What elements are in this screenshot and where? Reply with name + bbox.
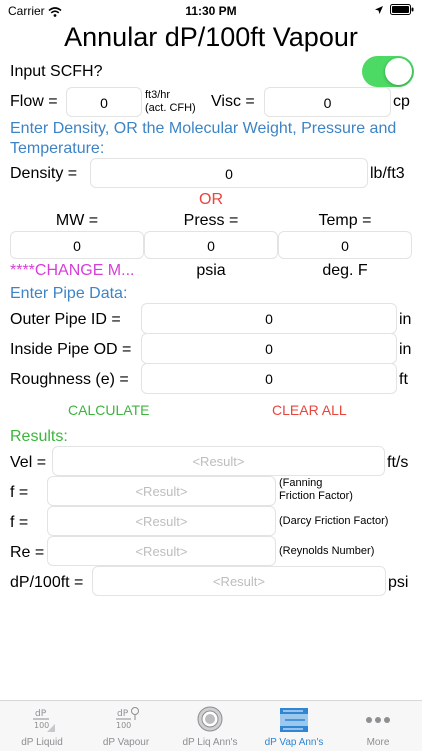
svg-text:100: 100	[116, 721, 131, 730]
tab-bar: dP 100 dP Liquid dP 100 dP Vapour dP Liq…	[0, 700, 422, 751]
more-icon	[366, 717, 390, 723]
outer-pipe-id-unit: in	[399, 311, 412, 328]
re-unit: (Reynolds Number)	[279, 545, 375, 557]
tab-label: More	[366, 737, 390, 748]
dp-vapour-annular-icon	[280, 708, 308, 732]
roughness-label: Roughness (e) =	[10, 371, 129, 388]
press-input[interactable]: 0	[144, 231, 278, 259]
density-input[interactable]: 0	[90, 158, 368, 188]
svg-text:dP: dP	[117, 709, 129, 719]
status-time: 11:30 PM	[185, 4, 237, 18]
temp-input[interactable]: 0	[278, 231, 412, 259]
re-result: <Result>	[47, 536, 276, 566]
flow-unit: ft3/hr (act. CFH)	[145, 89, 196, 114]
clear-all-button[interactable]: CLEAR ALL	[272, 402, 347, 418]
temp-unit: deg. F	[322, 262, 368, 279]
density-label: Density =	[10, 165, 78, 182]
status-right	[374, 4, 414, 15]
visc-unit: cp	[393, 93, 410, 110]
f-darcy-label: f =	[10, 514, 29, 531]
tab-label: dP Vapour	[102, 737, 150, 748]
input-scfh-label: Input SCFH?	[10, 63, 103, 80]
vel-result: <Result>	[52, 446, 385, 476]
toggle-knob	[385, 58, 412, 85]
outer-pipe-id-input[interactable]: 0	[141, 303, 397, 334]
vel-unit: ft/s	[387, 454, 409, 471]
roughness-unit: ft	[399, 371, 408, 388]
dp-liquid-icon: dP 100	[33, 709, 55, 732]
tab-dp-liquid[interactable]: dP 100 dP Liquid	[0, 701, 84, 751]
dp-vapour-icon: dP 100	[116, 707, 139, 730]
or-label: OR	[199, 191, 223, 208]
inside-pipe-od-label: Inside Pipe OD =	[10, 341, 132, 358]
pipe-data-hint: Enter Pipe Data:	[10, 285, 128, 302]
density-hint: Enter Density, OR the Molecular Weight, …	[10, 120, 397, 157]
mw-label: MW =	[55, 212, 99, 229]
dp-100ft-label: dP/100ft =	[10, 574, 84, 591]
tab-more[interactable]: More	[336, 701, 420, 751]
results-label: Results:	[10, 428, 68, 445]
tab-label: dP Vap Ann's	[264, 737, 324, 748]
f-darcy-result: <Result>	[47, 506, 276, 536]
tab-dp-liq-anns[interactable]: dP Liq Ann's	[168, 701, 252, 751]
mw-input[interactable]: 0	[10, 231, 144, 259]
dp-100ft-result: <Result>	[92, 566, 386, 596]
inside-pipe-od-unit: in	[399, 341, 412, 358]
page-title: Annular dP/100ft Vapour	[64, 22, 358, 52]
visc-input[interactable]: 0	[264, 87, 391, 117]
input-scfh-toggle[interactable]	[362, 56, 414, 87]
re-label: Re =	[10, 544, 45, 561]
press-label: Press =	[183, 212, 239, 229]
tab-label: dP Liquid	[21, 737, 63, 748]
temp-label: Temp =	[318, 212, 372, 229]
vel-label: Vel =	[10, 454, 47, 471]
f-fanning-label: f =	[10, 484, 29, 501]
press-unit: psia	[196, 262, 226, 279]
outer-pipe-id-label: Outer Pipe ID =	[10, 311, 121, 328]
battery-icon	[390, 4, 414, 15]
visc-label: Visc =	[211, 93, 255, 110]
inside-pipe-od-input[interactable]: 0	[141, 333, 397, 364]
svg-text:100: 100	[34, 721, 49, 730]
tab-dp-vap-anns[interactable]: dP Vap Ann's	[252, 701, 336, 751]
roughness-input[interactable]: 0	[141, 363, 397, 394]
status-bar: Carrier 11:30 PM	[0, 0, 422, 22]
mw-unit-selector[interactable]: ****CHANGE M...	[10, 262, 144, 280]
f-fanning-unit: (Fanning Friction Factor)	[279, 477, 353, 502]
flow-label: Flow =	[10, 93, 58, 110]
flow-input[interactable]: 0	[66, 87, 142, 117]
svg-text:dP: dP	[35, 709, 47, 719]
density-unit: lb/ft3	[370, 165, 405, 182]
dp-liquid-annular-icon	[197, 706, 223, 732]
location-arrow-icon	[375, 5, 383, 14]
dp-100ft-unit: psi	[388, 574, 409, 591]
calculate-button[interactable]: CALCULATE	[68, 402, 149, 418]
tab-dp-vapour[interactable]: dP 100 dP Vapour	[84, 701, 168, 751]
f-fanning-result: <Result>	[47, 476, 276, 506]
f-darcy-unit: (Darcy Friction Factor)	[279, 515, 389, 527]
tab-label: dP Liq Ann's	[182, 737, 238, 748]
